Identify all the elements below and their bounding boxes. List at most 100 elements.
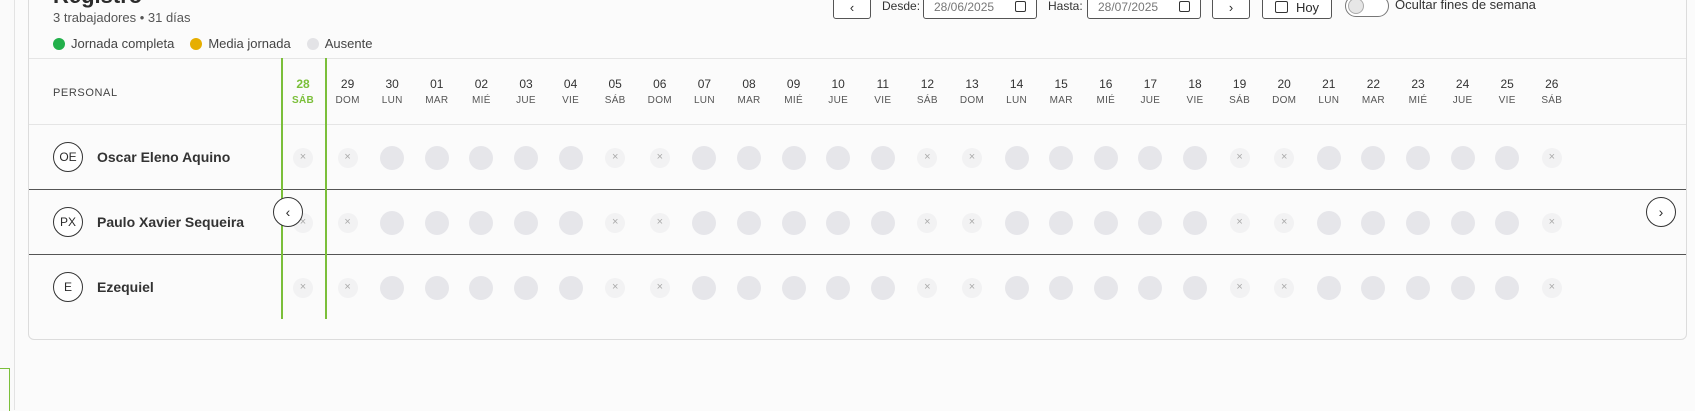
non-working-day-cell[interactable] bbox=[293, 148, 313, 168]
absent-day-cell[interactable] bbox=[1049, 276, 1074, 300]
non-working-day-cell[interactable] bbox=[962, 278, 982, 298]
absent-day-cell[interactable] bbox=[1450, 146, 1475, 170]
non-working-day-cell[interactable] bbox=[1274, 213, 1295, 233]
absent-day-cell[interactable] bbox=[1361, 211, 1386, 235]
non-working-day-cell[interactable] bbox=[293, 278, 313, 298]
absent-day-cell[interactable] bbox=[1138, 276, 1163, 300]
non-working-day-cell[interactable] bbox=[337, 148, 358, 168]
person-cell[interactable]: PX Paulo Xavier Sequeira bbox=[53, 190, 244, 254]
absent-day-cell[interactable] bbox=[1138, 146, 1163, 170]
absent-day-cell[interactable] bbox=[1004, 276, 1029, 300]
absent-day-cell[interactable] bbox=[1316, 146, 1341, 170]
absent-day-cell[interactable] bbox=[1316, 276, 1341, 300]
absent-day-cell[interactable] bbox=[1183, 276, 1207, 300]
non-working-day-cell[interactable] bbox=[605, 278, 626, 298]
absent-day-cell[interactable] bbox=[424, 211, 449, 235]
absent-day-cell[interactable] bbox=[1093, 146, 1118, 170]
absent-day-cell[interactable] bbox=[692, 146, 717, 170]
non-working-day-cell[interactable] bbox=[962, 213, 982, 233]
absent-day-cell[interactable] bbox=[737, 211, 761, 235]
non-working-day-cell[interactable] bbox=[917, 213, 938, 233]
non-working-day-cell[interactable] bbox=[1541, 213, 1562, 233]
absent-day-cell[interactable] bbox=[558, 276, 583, 300]
absent-day-cell[interactable] bbox=[737, 276, 761, 300]
absent-day-cell[interactable] bbox=[781, 211, 806, 235]
absent-day-cell[interactable] bbox=[870, 276, 895, 300]
absent-day-cell[interactable] bbox=[826, 276, 851, 300]
absent-day-cell[interactable] bbox=[870, 146, 895, 170]
absent-day-cell[interactable] bbox=[514, 146, 538, 170]
absent-day-cell[interactable] bbox=[1049, 211, 1074, 235]
absent-day-cell[interactable] bbox=[1361, 276, 1386, 300]
absent-day-cell[interactable] bbox=[380, 276, 405, 300]
absent-day-cell[interactable] bbox=[781, 276, 806, 300]
absent-day-cell[interactable] bbox=[1495, 146, 1520, 170]
non-working-day-cell[interactable] bbox=[1274, 278, 1295, 298]
absent-day-cell[interactable] bbox=[1495, 211, 1520, 235]
absent-day-cell[interactable] bbox=[380, 211, 405, 235]
non-working-day-cell[interactable] bbox=[337, 278, 358, 298]
absent-day-cell[interactable] bbox=[1361, 146, 1386, 170]
absent-day-cell[interactable] bbox=[424, 146, 449, 170]
non-working-day-cell[interactable] bbox=[1229, 278, 1250, 298]
absent-day-cell[interactable] bbox=[1406, 146, 1430, 170]
absent-day-cell[interactable] bbox=[826, 146, 851, 170]
absent-day-cell[interactable] bbox=[1004, 146, 1029, 170]
absent-day-cell[interactable] bbox=[1183, 211, 1207, 235]
absent-day-cell[interactable] bbox=[1450, 211, 1475, 235]
absent-day-cell[interactable] bbox=[380, 146, 405, 170]
to-date-input[interactable]: 28/07/2025 bbox=[1087, 0, 1201, 19]
day-name: LUN bbox=[1006, 95, 1028, 106]
absent-day-cell[interactable] bbox=[514, 276, 538, 300]
absent-day-cell[interactable] bbox=[1406, 211, 1430, 235]
absent-day-cell[interactable] bbox=[469, 276, 494, 300]
absent-day-cell[interactable] bbox=[1183, 146, 1207, 170]
non-working-day-cell[interactable] bbox=[1274, 148, 1295, 168]
absent-day-cell[interactable] bbox=[1406, 276, 1430, 300]
absent-day-cell[interactable] bbox=[514, 211, 538, 235]
absent-day-cell[interactable] bbox=[870, 211, 895, 235]
non-working-day-cell[interactable] bbox=[1229, 213, 1250, 233]
absent-day-cell[interactable] bbox=[692, 276, 717, 300]
non-working-day-cell[interactable] bbox=[649, 213, 670, 233]
from-date-input[interactable]: 28/06/2025 bbox=[923, 0, 1037, 19]
absent-day-cell[interactable] bbox=[1093, 276, 1118, 300]
non-working-day-cell[interactable] bbox=[605, 213, 626, 233]
next-period-button[interactable]: › bbox=[1212, 0, 1250, 19]
non-working-day-cell[interactable] bbox=[337, 213, 358, 233]
absent-day-cell[interactable] bbox=[1093, 211, 1118, 235]
person-cell[interactable]: E Ezequiel bbox=[53, 255, 154, 319]
non-working-day-cell[interactable] bbox=[917, 278, 938, 298]
prev-period-button[interactable]: ‹ bbox=[833, 0, 871, 19]
absent-day-cell[interactable] bbox=[737, 146, 761, 170]
non-working-day-cell[interactable] bbox=[962, 148, 982, 168]
absent-day-cell[interactable] bbox=[781, 146, 806, 170]
absent-day-cell[interactable] bbox=[1004, 211, 1029, 235]
non-working-day-cell[interactable] bbox=[605, 148, 626, 168]
absent-day-cell[interactable] bbox=[469, 211, 494, 235]
absent-day-cell[interactable] bbox=[1495, 276, 1520, 300]
absent-day-cell[interactable] bbox=[826, 211, 851, 235]
absent-day-cell[interactable] bbox=[1450, 276, 1475, 300]
absent-day-cell[interactable] bbox=[692, 211, 717, 235]
today-button[interactable]: Hoy bbox=[1262, 0, 1332, 19]
scroll-left-button[interactable]: ‹ bbox=[273, 197, 303, 227]
absent-day-cell[interactable] bbox=[1316, 211, 1341, 235]
day-number: 18 bbox=[1188, 77, 1202, 91]
hide-weekends-toggle[interactable] bbox=[1345, 0, 1389, 17]
day-number: 17 bbox=[1143, 77, 1158, 91]
non-working-day-cell[interactable] bbox=[917, 148, 938, 168]
scroll-right-button[interactable]: › bbox=[1646, 197, 1676, 227]
non-working-day-cell[interactable] bbox=[649, 278, 670, 298]
non-working-day-cell[interactable] bbox=[649, 148, 670, 168]
person-cell[interactable]: OE Oscar Eleno Aquino bbox=[53, 125, 230, 189]
absent-day-cell[interactable] bbox=[1138, 211, 1163, 235]
absent-day-cell[interactable] bbox=[1049, 146, 1074, 170]
non-working-day-cell[interactable] bbox=[1229, 148, 1250, 168]
absent-day-cell[interactable] bbox=[469, 146, 494, 170]
absent-day-cell[interactable] bbox=[424, 276, 449, 300]
non-working-day-cell[interactable] bbox=[1541, 148, 1562, 168]
absent-day-cell[interactable] bbox=[558, 211, 583, 235]
absent-day-cell[interactable] bbox=[558, 146, 583, 170]
non-working-day-cell[interactable] bbox=[1541, 278, 1562, 298]
